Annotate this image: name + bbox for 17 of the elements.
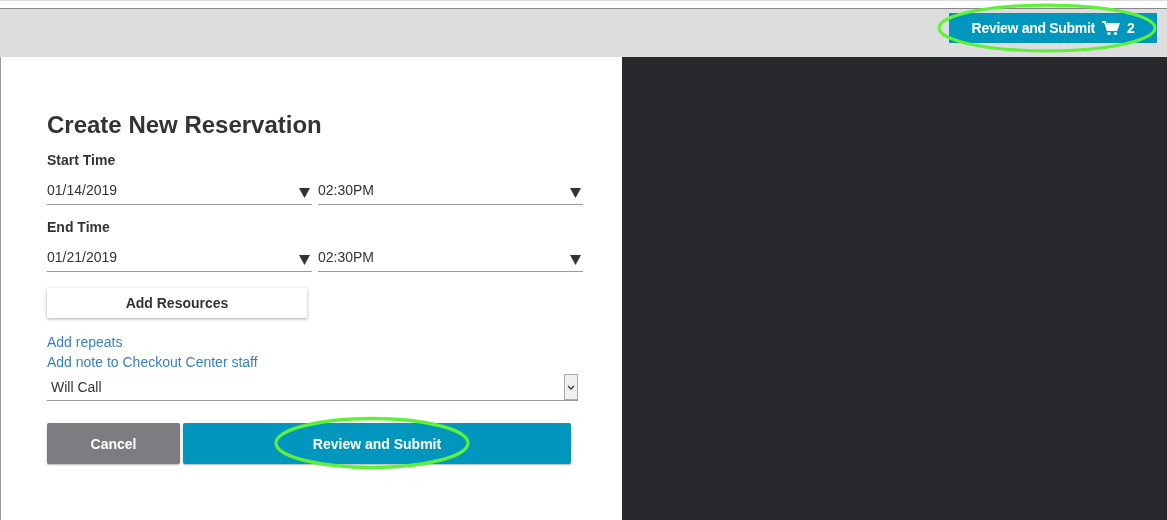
caret-icon bbox=[299, 188, 310, 198]
date-dropdown[interactable]: 01/14/2019 bbox=[47, 178, 312, 205]
caret-icon bbox=[570, 188, 581, 198]
add-resources-button[interactable]: Add Resources bbox=[47, 288, 307, 318]
select-field[interactable]: Will Call bbox=[47, 373, 578, 401]
time-dropdown[interactable]: 02:30PM bbox=[318, 245, 583, 272]
link[interactable]: Add repeats bbox=[47, 334, 123, 350]
cart-icon bbox=[1101, 20, 1120, 36]
field-label: Start Time bbox=[47, 152, 117, 168]
date-dropdown[interactable]: 01/21/2019 bbox=[47, 245, 312, 272]
form-title: Create New Reservation bbox=[47, 111, 323, 139]
link[interactable]: Add note to Checkout Center staff bbox=[47, 354, 258, 370]
caret-icon bbox=[570, 255, 581, 265]
cancel-button[interactable]: Cancel bbox=[47, 423, 180, 464]
field-label: End Time bbox=[47, 219, 111, 235]
caret-icon bbox=[299, 255, 310, 265]
time-dropdown[interactable]: 02:30PM bbox=[318, 178, 583, 205]
